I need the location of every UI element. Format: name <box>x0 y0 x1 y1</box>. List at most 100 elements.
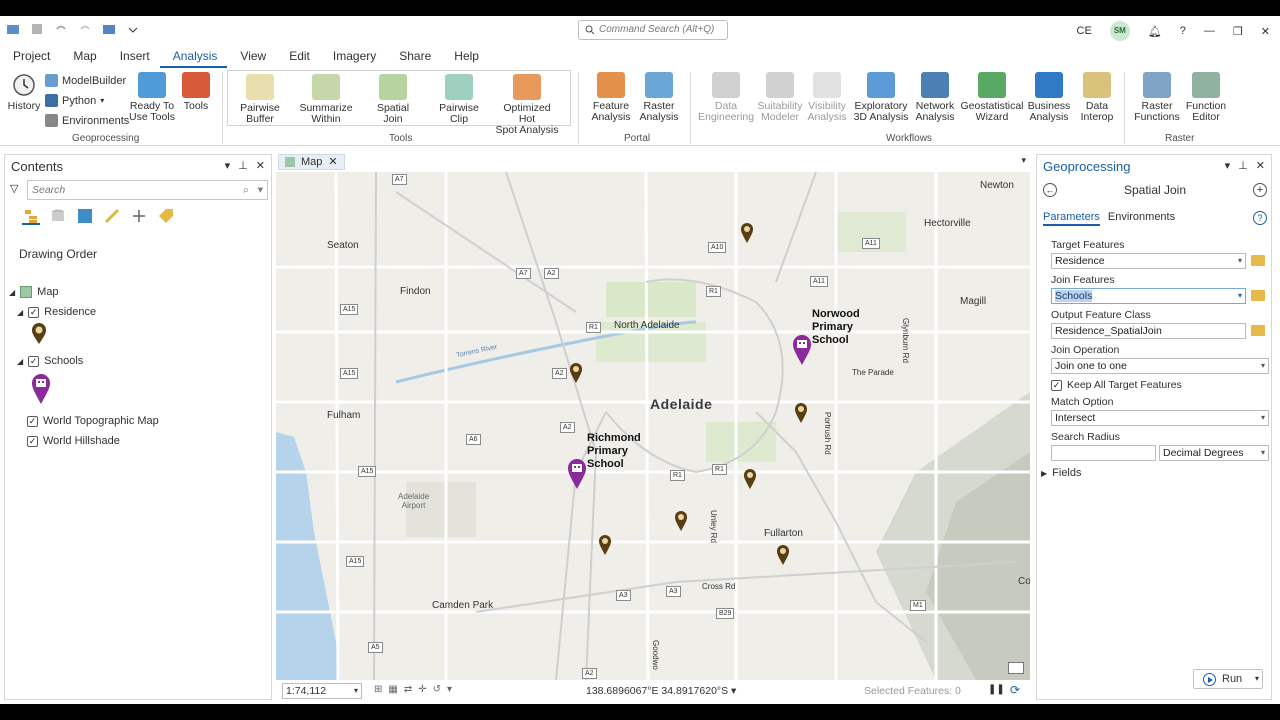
residence-marker-icon[interactable] <box>740 222 754 244</box>
refresh-icon[interactable]: ⟳ <box>1010 683 1020 697</box>
restore-icon[interactable]: ❐ <box>1233 25 1243 38</box>
raster-functions-button[interactable]: Raster Functions <box>1130 72 1184 123</box>
layer-residence[interactable]: ◢ ✓ Residence <box>17 306 96 318</box>
pairwise-buffer-button[interactable]: Pairwise Buffer <box>236 74 284 125</box>
geostatistical-wizard-button[interactable]: Geostatistical Wizard <box>960 72 1024 123</box>
minimize-icon[interactable]: — <box>1204 25 1215 37</box>
match-option-select[interactable]: Intersect ▾ <box>1051 410 1269 426</box>
school-marker-richmond-icon[interactable] <box>567 458 587 490</box>
tab-list-chevron-icon[interactable]: ▾ <box>1021 155 1026 166</box>
help-icon[interactable]: ? <box>1253 211 1267 225</box>
residence-marker-icon[interactable] <box>674 510 688 532</box>
layer-world-topographic[interactable]: ✓ World Topographic Map <box>27 415 159 427</box>
help-icon[interactable]: ? <box>1180 25 1186 37</box>
pin-icon[interactable]: ⊥ <box>238 159 248 172</box>
pin-icon[interactable]: ⊥ <box>1238 159 1248 172</box>
close-icon[interactable]: ✕ <box>256 159 265 172</box>
tab-analysis[interactable]: Analysis <box>159 46 228 68</box>
residence-marker-icon[interactable] <box>743 468 757 490</box>
list-by-labeling-icon[interactable] <box>157 207 175 225</box>
filter-icon[interactable]: ▽ <box>10 182 18 195</box>
list-by-drawing-order-icon[interactable] <box>22 207 40 225</box>
pause-drawing-icon[interactable]: ❚❚ <box>988 684 1005 695</box>
tab-share[interactable]: Share <box>386 46 441 68</box>
keep-all-checkbox[interactable]: ✓ <box>1051 379 1062 391</box>
optimized-hot-spot-button[interactable]: Optimized Hot Spot Analysis <box>494 74 560 136</box>
open-project-icon[interactable] <box>6 22 20 36</box>
output-feature-class-input[interactable]: Residence_SpatialJoin <box>1051 323 1246 339</box>
business-analysis-button[interactable]: Business Analysis <box>1026 72 1072 123</box>
collapse-icon[interactable]: ◢ <box>17 308 23 317</box>
exploratory-3d-button[interactable]: Exploratory 3D Analysis <box>850 72 912 123</box>
chevron-down-icon[interactable]: ▾ <box>1255 670 1259 688</box>
data-interop-button[interactable]: Data Interop <box>1074 72 1120 123</box>
map-tree-node[interactable]: ◢ Map <box>9 286 59 298</box>
history-button[interactable]: History <box>6 72 42 112</box>
navigation-icon[interactable]: ⇄ <box>404 684 412 695</box>
pairwise-clip-button[interactable]: Pairwise Clip <box>436 74 482 125</box>
network-analysis-button[interactable]: Network Analysis <box>912 72 958 123</box>
save-icon[interactable] <box>30 22 44 36</box>
search-radius-input[interactable] <box>1051 445 1156 461</box>
topo-visibility-checkbox[interactable]: ✓ <box>27 415 38 427</box>
snapping-icon[interactable]: ✛ <box>418 684 426 695</box>
spatial-join-button[interactable]: Spatial Join <box>370 74 416 125</box>
tab-edit[interactable]: Edit <box>276 46 320 68</box>
residence-marker-icon[interactable] <box>776 544 790 566</box>
scale-input[interactable]: 1:74,112 ▾ <box>282 683 362 699</box>
close-icon[interactable]: ✕ <box>1256 159 1265 172</box>
join-features-select[interactable]: Schools ▾ <box>1051 288 1246 304</box>
map-tab[interactable]: Map ✕ <box>278 154 345 170</box>
list-by-editing-icon[interactable] <box>103 207 121 225</box>
tab-imagery[interactable]: Imagery <box>320 46 386 68</box>
collapse-icon[interactable]: ◢ <box>17 357 23 366</box>
close-icon[interactable]: ✕ <box>328 154 337 170</box>
search-icon[interactable]: ⌕ <box>243 181 249 199</box>
search-radius-unit-select[interactable]: Decimal Degrees ▾ <box>1159 445 1269 461</box>
tab-map[interactable]: Map <box>60 46 106 68</box>
grid-icon[interactable]: ▦ <box>388 684 397 695</box>
add-icon[interactable]: + <box>1253 183 1267 197</box>
tab-environments[interactable]: Environments <box>1108 211 1175 226</box>
tab-project[interactable]: Project <box>0 46 60 68</box>
list-by-selection-icon[interactable] <box>76 207 94 225</box>
refresh-tool-icon[interactable]: ↺ <box>433 684 441 695</box>
pane-options-icon[interactable]: ▾ <box>225 159 231 172</box>
layer-world-hillshade[interactable]: ✓ World Hillshade <box>27 435 120 447</box>
residence-visibility-checkbox[interactable]: ✓ <box>28 306 40 318</box>
school-marker-norwood-icon[interactable] <box>792 334 812 366</box>
chevron-down-icon[interactable]: ▾ <box>354 684 358 698</box>
undo-icon[interactable] <box>54 22 68 36</box>
join-operation-select[interactable]: Join one to one ▾ <box>1051 358 1269 374</box>
run-button[interactable]: Run ▾ <box>1193 669 1263 689</box>
tab-parameters[interactable]: Parameters <box>1043 211 1100 226</box>
keep-all-target-features-checkbox[interactable]: ✓ Keep All Target Features <box>1051 379 1182 391</box>
visibility-analysis-button[interactable]: Visibility Analysis <box>806 72 848 123</box>
target-features-select[interactable]: Residence ▾ <box>1051 253 1246 269</box>
chevron-down-icon[interactable]: ▾ <box>731 685 736 697</box>
environments-button[interactable]: Environments <box>45 114 129 127</box>
pane-options-icon[interactable]: ▾ <box>1225 159 1231 172</box>
tools-button[interactable]: Tools <box>180 72 212 112</box>
avatar[interactable]: SM <box>1109 21 1130 41</box>
notifications-bell-icon[interactable]: 🔔︎ <box>1148 25 1162 38</box>
collapse-icon[interactable]: ◢ <box>9 288 15 297</box>
function-editor-button[interactable]: Function Editor <box>1184 72 1228 123</box>
chevron-down-icon[interactable]: ▾ <box>447 684 452 695</box>
residence-marker-icon[interactable] <box>794 402 808 424</box>
list-by-source-icon[interactable] <box>49 207 67 225</box>
residence-marker-icon[interactable] <box>598 534 612 556</box>
map-canvas[interactable]: Newton Hectorville Seaton Findon Magill … <box>276 172 1030 680</box>
data-engineering-button[interactable]: Data Engineering <box>698 72 754 123</box>
summarize-within-button[interactable]: Summarize Within <box>298 74 354 125</box>
list-by-snapping-icon[interactable] <box>130 207 148 225</box>
command-search-input[interactable]: Command Search (Alt+Q) <box>578 20 728 40</box>
fields-expander[interactable]: ▶ Fields <box>1041 467 1082 479</box>
browse-folder-icon[interactable] <box>1251 325 1265 336</box>
browse-folder-icon[interactable] <box>1251 255 1265 266</box>
fixed-zoom-icon[interactable]: ⊞ <box>374 684 382 695</box>
suitability-modeler-button[interactable]: Suitability Modeler <box>754 72 806 123</box>
redo-icon[interactable] <box>78 22 92 36</box>
map-overview-icon[interactable] <box>1008 662 1024 674</box>
tab-view[interactable]: View <box>227 46 276 68</box>
